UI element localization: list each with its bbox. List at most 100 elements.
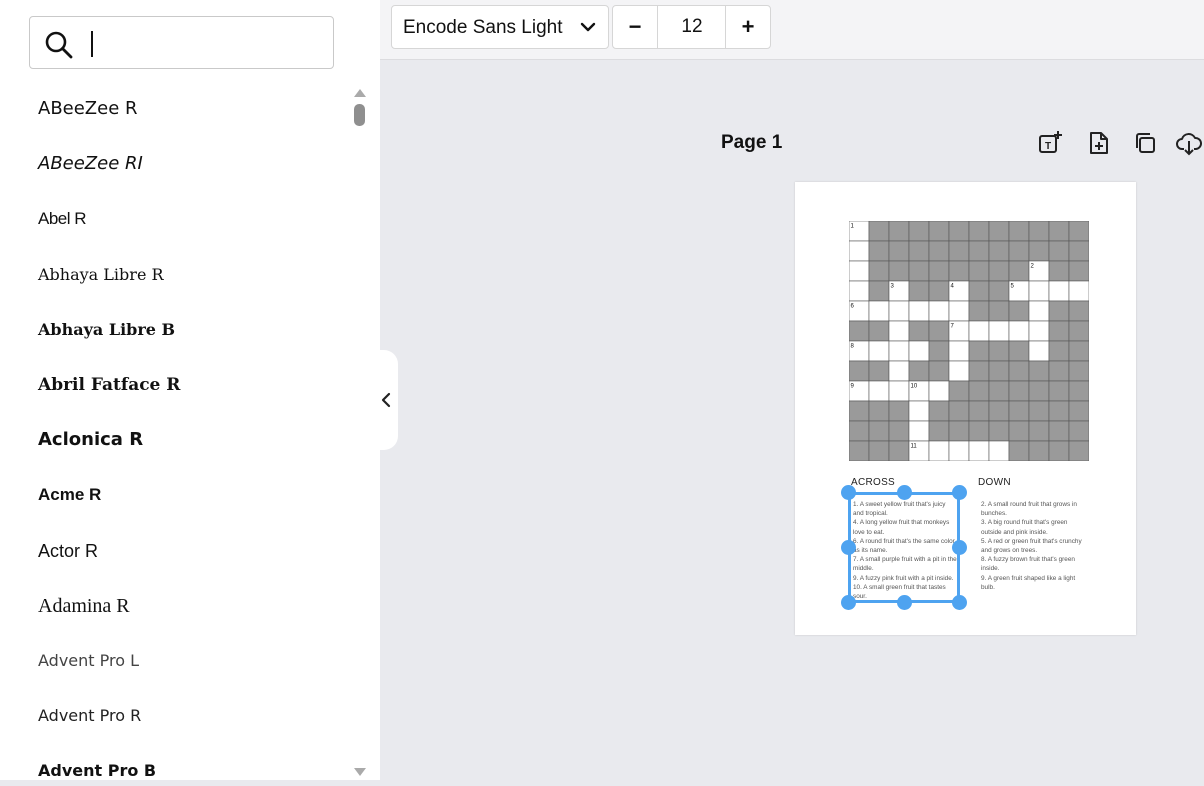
grid-block-cell <box>1008 420 1030 442</box>
grid-block-cell <box>868 221 890 242</box>
grid-letter-cell <box>1068 280 1089 302</box>
grid-block-cell <box>1028 400 1050 422</box>
grid-block-cell <box>1028 360 1050 382</box>
resize-handle-bottom-left[interactable] <box>841 595 856 610</box>
clue-item: 9. A fuzzy pink fruit with a pit inside. <box>853 574 954 582</box>
grid-block-cell <box>988 280 1010 302</box>
font-list-item[interactable]: Adamina R <box>38 591 130 621</box>
search-icon <box>45 31 73 59</box>
font-list-item[interactable]: Advent Pro R <box>38 701 141 731</box>
clue-item: 9. A green fruit shaped like a light bul… <box>981 574 1076 591</box>
grid-letter-cell <box>1048 280 1070 302</box>
scroll-down-arrow-icon[interactable] <box>354 768 366 776</box>
grid-block-cell <box>988 221 1010 242</box>
font-search-box[interactable] <box>29 16 334 69</box>
font-family-select[interactable]: Encode Sans Light <box>391 5 609 49</box>
increase-font-size-button[interactable]: + <box>725 5 771 49</box>
font-list-item[interactable]: Abel R <box>38 204 87 234</box>
grid-block-cell <box>1048 320 1070 342</box>
grid-letter-cell <box>849 240 870 262</box>
resize-handle-right[interactable] <box>952 540 967 555</box>
text-toolbar: Encode Sans Light − 12 + <box>380 0 1204 60</box>
grid-block-cell <box>968 360 990 382</box>
down-clues: 2. A small round fruit that grows in bun… <box>981 500 1089 592</box>
grid-block-cell <box>849 360 870 382</box>
grid-block-cell <box>1048 221 1070 242</box>
font-list-item[interactable]: Abril Fatface R <box>38 370 180 400</box>
grid-block-cell <box>968 420 990 442</box>
scroll-up-arrow-icon[interactable] <box>354 89 366 97</box>
grid-block-cell <box>988 360 1010 382</box>
font-list-item[interactable]: Abhaya Libre B <box>38 315 175 345</box>
resize-handle-bottom[interactable] <box>897 595 912 610</box>
grid-letter-cell <box>968 440 990 461</box>
grid-block-cell <box>928 400 950 422</box>
resize-handle-left[interactable] <box>841 540 856 555</box>
font-list-item[interactable]: Advent Pro L <box>38 646 139 676</box>
grid-block-cell <box>888 221 910 242</box>
document-page[interactable]: 1 2 3 4 5 6 7 8 9 10 11 ACROSS DOWN 1. A sweet yel… <box>795 182 1136 635</box>
grid-block-cell <box>948 260 970 282</box>
grid-block-cell <box>988 340 1010 362</box>
grid-block-cell <box>908 221 930 242</box>
clue-item: 4. A long yellow fruit that monkeys love… <box>853 519 950 536</box>
resize-handle-top-left[interactable] <box>841 485 856 500</box>
clue-item: 6. A round fruit that's the same color a… <box>853 537 955 555</box>
grid-block-cell <box>888 420 910 442</box>
font-list-item[interactable]: Actor R <box>38 536 98 566</box>
font-search-input[interactable] <box>90 29 324 59</box>
grid-block-cell <box>968 400 990 422</box>
collapse-panel-button[interactable] <box>380 350 398 450</box>
font-list-item[interactable]: ABeeZee RI <box>38 149 143 179</box>
grid-block-cell <box>1068 260 1089 282</box>
font-list-item[interactable]: Acme R <box>38 480 101 510</box>
font-list-item[interactable]: ABeeZee R <box>38 94 138 124</box>
grid-block-cell <box>1028 240 1050 262</box>
grid-block-cell <box>988 400 1010 422</box>
grid-block-cell <box>1068 380 1089 402</box>
grid-letter-cell <box>888 340 910 362</box>
font-list-scrollbar-thumb[interactable] <box>354 104 365 126</box>
grid-letter-cell <box>888 300 910 322</box>
font-list-item[interactable]: Abhaya Libre R <box>38 260 164 290</box>
font-list-item[interactable]: Advent Pro B <box>38 756 156 786</box>
grid-block-cell <box>888 260 910 282</box>
across-clues[interactable]: 1. A sweet yellow fruit that's juicy and… <box>853 500 957 601</box>
across-heading: ACROSS <box>851 477 896 488</box>
duplicate-page-icon[interactable] <box>1132 130 1158 156</box>
clue-item: 3. A big round fruit that's green outsid… <box>981 519 1068 536</box>
grid-letter-cell <box>948 300 970 322</box>
grid-block-cell <box>1008 240 1030 262</box>
grid-block-cell <box>928 240 950 262</box>
grid-letter-cell <box>1028 300 1050 322</box>
resize-handle-top[interactable] <box>897 485 912 500</box>
grid-block-cell <box>968 340 990 362</box>
decrease-font-size-button[interactable]: − <box>612 5 658 49</box>
grid-letter-cell <box>888 320 910 342</box>
grid-block-cell <box>1008 380 1030 402</box>
grid-block-cell <box>1048 340 1070 362</box>
resize-handle-top-right[interactable] <box>952 485 967 500</box>
grid-letter-cell <box>908 300 930 322</box>
grid-letter-cell <box>968 320 990 342</box>
download-cloud-icon[interactable] <box>1176 130 1202 156</box>
grid-block-cell <box>1068 400 1089 422</box>
grid-block-cell <box>928 420 950 442</box>
grid-block-cell <box>1008 300 1030 322</box>
grid-block-cell <box>968 221 990 242</box>
grid-block-cell <box>868 400 890 422</box>
add-text-icon[interactable]: T <box>1037 130 1063 156</box>
add-page-icon[interactable] <box>1086 130 1112 156</box>
chevron-left-icon <box>381 392 391 408</box>
chevron-down-icon <box>580 22 596 32</box>
grid-block-cell <box>868 240 890 262</box>
grid-block-cell <box>849 420 870 442</box>
grid-block-cell <box>908 320 930 342</box>
grid-block-cell <box>1008 260 1030 282</box>
grid-letter-cell <box>908 400 930 422</box>
font-list-item[interactable]: Aclonica R <box>38 425 143 455</box>
font-size-input[interactable]: 12 <box>658 5 726 49</box>
resize-handle-bottom-right[interactable] <box>952 595 967 610</box>
grid-block-cell <box>968 260 990 282</box>
grid-letter-cell <box>868 380 890 402</box>
